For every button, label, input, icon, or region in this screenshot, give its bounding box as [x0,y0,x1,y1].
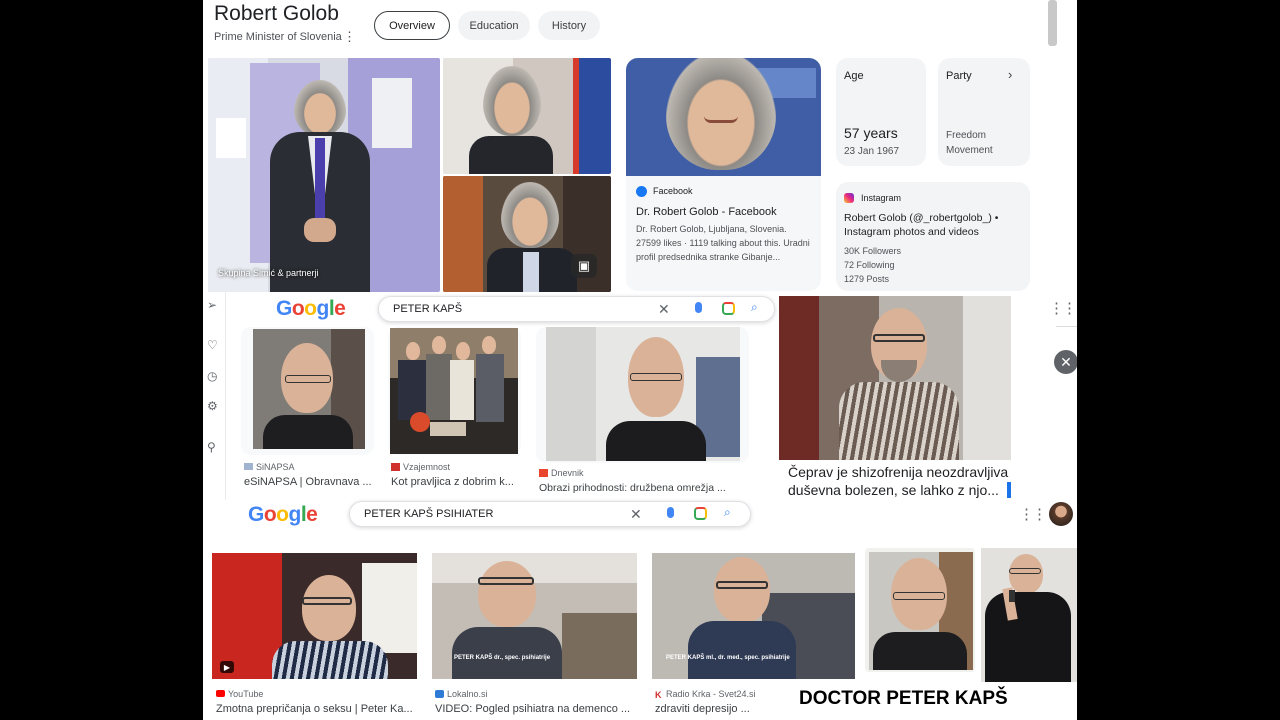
radio-krka-icon: K [655,690,662,700]
instagram-icon [844,193,854,203]
facebook-snippet-2: 27599 likes · 1119 talking about this. U… [636,238,810,248]
preview-photo [779,296,1011,460]
heart-icon[interactable]: ♡ [207,338,218,352]
facebook-photo [626,58,821,176]
google-logo[interactable]: Google [276,297,346,321]
party-card[interactable]: Party › Freedom Movement [938,58,1030,166]
close-icon[interactable]: ✕ [658,301,670,318]
close-icon[interactable]: ✕ [630,506,642,523]
image-result-3[interactable] [536,327,749,463]
search-box[interactable]: PETER KAPŠ ✕ ⌕ [378,296,775,322]
preview-caption-1: Čeprav je shizofrenija neozdravljiva [788,464,1009,480]
result-1-source: SiNAPSA [256,462,295,472]
video-2-title[interactable]: VIDEO: Pogled psihiatra na demenco ... [435,703,630,715]
birth-date: 23 Jan 1967 [844,146,900,157]
video-3-source: Radio Krka - Svet24.si [666,689,756,699]
facebook-snippet-3: profil predsednika stranke Gibanje... [636,252,781,262]
image-result-1[interactable] [241,327,374,455]
search-input-2[interactable]: PETER KAPŠ PSIHIATER [364,508,493,520]
mic-icon[interactable] [695,302,702,313]
photo-credit: Skupina Simić & partnerji [218,268,319,278]
facebook-card[interactable]: Facebook Dr. Robert Golob - Facebook Dr.… [626,58,821,291]
gear-icon[interactable]: ⚙ [207,399,218,413]
chevron-right-icon[interactable]: › [1008,67,1012,82]
instagram-card[interactable]: Instagram Robert Golob (@_robertgolob_) … [836,182,1030,291]
screenshot-collage: Robert Golob Prime Minister of Slovenia … [203,0,1077,720]
search-icon[interactable]: ⌕ [751,300,758,315]
result-2-title[interactable]: Kot pravljica z dobrim k... [391,476,514,488]
result-3-title[interactable]: Obrazi prihodnosti: družbena omrežja ... [539,482,726,494]
search-input[interactable]: PETER KAPŠ [393,303,462,315]
video-result-2[interactable]: PETER KAPŠ dr., spec. psihiatrije [432,553,637,679]
scrollbar[interactable] [1048,0,1057,46]
video-2-lower-third: PETER KAPŠ dr., spec. psihiatrije [454,655,551,661]
avatar[interactable] [1049,502,1073,526]
image-result-2[interactable] [388,327,521,455]
send-icon[interactable]: ➢ [207,298,217,312]
tab-education[interactable]: Education [458,11,530,40]
sinapsa-icon [244,463,253,470]
party-label: Party [946,70,972,82]
result-3-source: Dnevnik [551,468,584,478]
search-icon[interactable]: ⌕ [724,505,731,520]
party-value-1: Freedom [946,130,987,141]
instagram-posts: 1279 Posts [844,274,890,284]
browser-sidebar: ➢ ♡ ◷ ⚙ ⚲ [203,292,226,500]
instagram-following: 72 Following [844,260,895,270]
video-1-source: YouTube [228,689,264,699]
age-label: Age [844,70,864,82]
youtube-icon [216,690,225,697]
facebook-icon [636,186,647,197]
tab-history[interactable]: History [538,11,600,40]
entity-subtitle: Prime Minister of Slovenia [214,31,342,43]
age-value: 57 years [844,125,898,141]
main-photo[interactable]: Skupina Simić & partnerji [208,58,440,292]
facebook-source: Facebook [653,186,693,196]
lokalno-icon [435,690,444,698]
facebook-title[interactable]: Dr. Robert Golob - Facebook [636,206,777,218]
instagram-source: Instagram [861,193,902,203]
video-result-1[interactable]: ▶ [212,553,417,679]
lens-icon[interactable] [694,507,707,520]
facebook-snippet-1: Dr. Robert Golob, Ljubljana, Slovenia. [636,224,787,234]
close-preview-icon[interactable]: ✕ [1054,350,1077,374]
age-card[interactable]: Age 57 years 23 Jan 1967 [836,58,926,166]
video-2-source: Lokalno.si [447,689,488,699]
clock-icon[interactable]: ◷ [207,369,217,383]
mic-icon[interactable] [667,507,674,518]
apps-grid-icon[interactable]: ⋮⋮⋮ [1049,299,1077,317]
vzajemnost-icon [391,463,400,471]
more-vert-icon[interactable]: ⋮ [343,29,356,45]
lens-icon[interactable] [722,302,735,315]
instagram-title-1[interactable]: Robert Golob (@_robertgolob_) • [844,212,998,224]
video-result-3[interactable]: PETER KAPŠ ml., dr. med., spec. psihiatr… [652,553,855,679]
tab-overview[interactable]: Overview [374,11,450,40]
search-box-2[interactable]: PETER KAPŠ PSIHIATER ✕ ⌕ [349,501,751,527]
party-value-2: Movement [946,145,993,156]
instagram-title-2[interactable]: Instagram photos and videos [844,226,979,238]
video-3-lower-third: PETER KAPŠ ml., dr. med., spec. psihiatr… [666,655,790,661]
result-1-title[interactable]: eSiNAPSA | Obravnava ... [244,476,372,488]
result-2-source: Vzajemnost [403,462,451,472]
image-result-5[interactable] [981,548,1077,682]
overlay-label: DOCTOR PETER KAPŠ [799,688,1008,709]
video-1-title[interactable]: Zmotna prepričanja o seksu | Peter Ka... [216,703,413,715]
image-search-icon[interactable]: ▣ [571,254,597,278]
video-3-title[interactable]: zdraviti depresijo ... [655,703,750,715]
image-result-4[interactable] [865,548,975,672]
dnevnik-icon [539,469,548,477]
instagram-followers: 30K Followers [844,246,902,256]
location-icon[interactable]: ⚲ [207,440,216,454]
image-preview[interactable]: Čeprav je shizofrenija neozdravljiva duš… [779,296,1011,502]
photo-profile[interactable] [443,58,611,174]
photo-portrait[interactable]: ▣ [443,176,611,292]
play-icon[interactable]: ▶ [220,661,234,673]
google-logo-2[interactable]: Google [248,503,318,527]
page-title: Robert Golob [214,2,339,25]
preview-caption-2: duševna bolezen, se lahko z njo... [788,482,999,498]
